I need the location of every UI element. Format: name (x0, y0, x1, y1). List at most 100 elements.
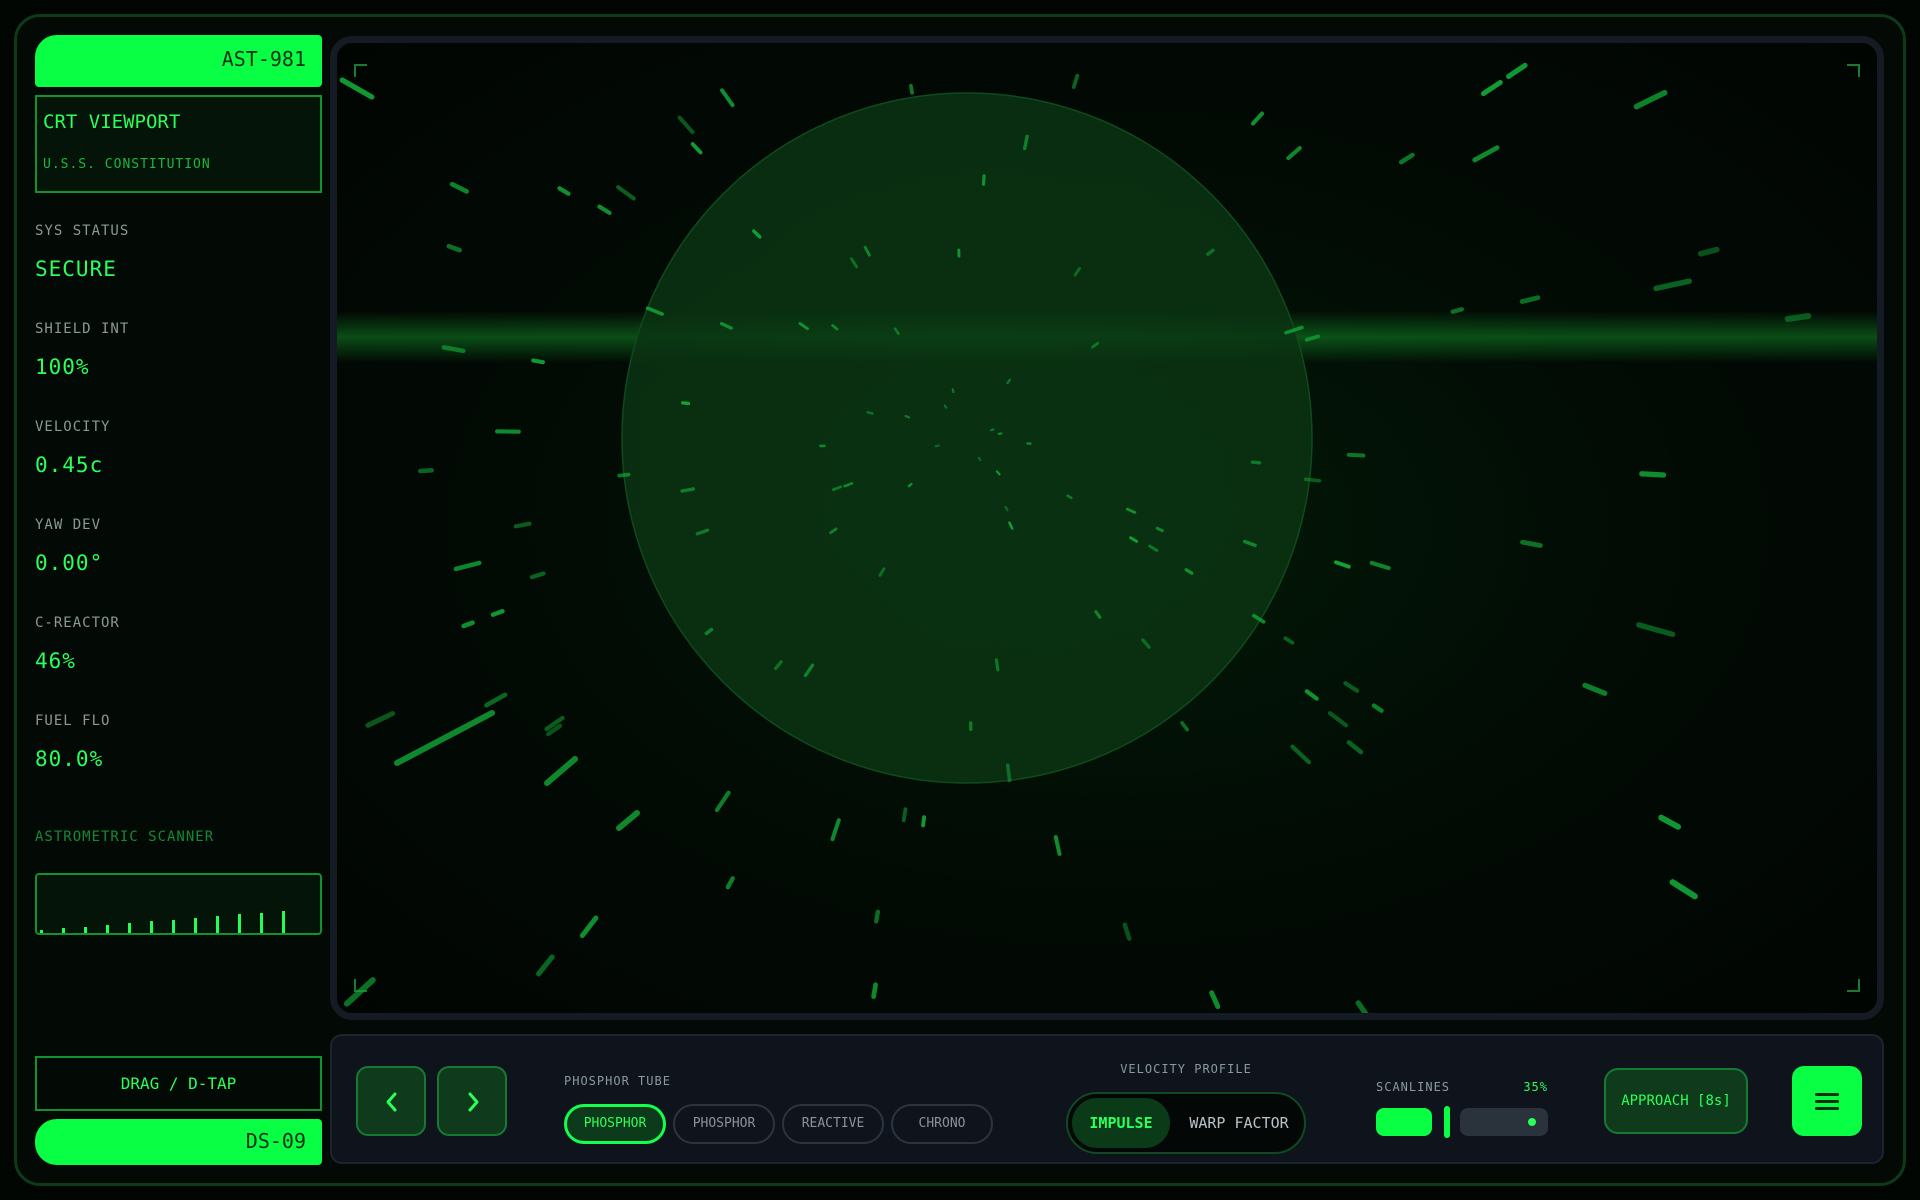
scanner-bar (194, 918, 197, 933)
stat-value: 46% (35, 649, 76, 673)
star-streak (339, 77, 375, 100)
vessel-name: U.S.S. CONSTITUTION (43, 157, 211, 172)
prev-button[interactable] (356, 1066, 426, 1136)
star-streak (1371, 703, 1384, 713)
control-bar: PHOSPHOR TUBE PHOSPHOR PHOSPHOR REACTIVE… (330, 1034, 1884, 1164)
scanlines-label: SCANLINES (1376, 1080, 1451, 1094)
stat-velocity: VELOCITY 0.45c (35, 419, 322, 477)
star-streak (1450, 307, 1465, 314)
phosphor-tube-label: PHOSPHOR TUBE (564, 1074, 671, 1088)
star-streak (1398, 152, 1415, 165)
scanlines-slider-handle[interactable] (1444, 1106, 1450, 1138)
star-streak (513, 521, 532, 529)
velocity-profile-label: VELOCITY PROFILE (1120, 1062, 1252, 1076)
star-streak (1005, 763, 1012, 783)
star-streak (990, 428, 995, 432)
star-streak (904, 414, 911, 419)
star-streak (1290, 744, 1312, 765)
stat-value: 0.45c (35, 453, 104, 477)
star-streak (1283, 636, 1295, 645)
stat-value: SECURE (35, 257, 117, 281)
star-streak (690, 142, 703, 155)
star-streak (907, 482, 913, 488)
chevron-right-icon (468, 1092, 479, 1112)
star-streak (446, 243, 462, 253)
star-streak (1346, 452, 1366, 458)
star-streak (490, 609, 505, 617)
stat-value: 100% (35, 355, 90, 379)
star-streak (1582, 682, 1608, 696)
star-streak (365, 710, 396, 728)
stat-fuel-flo: FUEL FLO 80.0% (35, 713, 322, 771)
stat-label: C-REACTOR (35, 615, 120, 631)
scanlines-value: 35% (1523, 1080, 1548, 1094)
tube-option-phosphor-active[interactable]: PHOSPHOR (564, 1104, 666, 1144)
astrometric-scanner (35, 873, 322, 935)
star-streak (1697, 246, 1720, 257)
scanner-bar (128, 923, 131, 933)
stat-value: 0.00° (35, 551, 104, 575)
scanlines-on-segment[interactable] (1376, 1108, 1432, 1136)
star-streak (1343, 681, 1360, 693)
star-streak (579, 915, 599, 939)
stat-shield-int: SHIELD INT 100% (35, 321, 322, 379)
scanner-label: ASTROMETRIC SCANNER (35, 829, 215, 845)
star-streak (874, 909, 881, 924)
stat-label: VELOCITY (35, 419, 111, 435)
velocity-option-impulse[interactable]: IMPULSE (1072, 1098, 1170, 1148)
star-streak (1639, 471, 1667, 478)
scanner-bar (238, 914, 241, 933)
star-streak (866, 411, 874, 415)
star-streak (909, 83, 914, 95)
star-streak (597, 204, 612, 215)
star-streak (1180, 721, 1189, 732)
star-streak (1519, 295, 1541, 305)
scanner-bar (216, 916, 219, 933)
star-streak (901, 807, 908, 823)
star-streak (1472, 145, 1500, 163)
star-streak (418, 467, 434, 474)
star-streak (1669, 879, 1698, 900)
next-button[interactable] (437, 1066, 507, 1136)
star-streak (1053, 835, 1062, 856)
star-streak (1286, 146, 1302, 161)
ship-id-tag: AST-981 (35, 35, 322, 87)
star-streak (1004, 505, 1009, 512)
star-streak (1346, 740, 1364, 755)
star-streak (1334, 560, 1351, 569)
star-streak (1304, 689, 1319, 701)
star-streak (714, 790, 731, 813)
scanlines-indicator-dot (1528, 1118, 1536, 1126)
star-streak (531, 358, 545, 365)
crt-viewport-screen[interactable] (330, 36, 1884, 1020)
chevron-left-icon (386, 1092, 397, 1112)
velocity-option-warp[interactable]: WARP FACTOR (1176, 1098, 1302, 1148)
star-streak (1304, 334, 1321, 342)
viewport-info-box: CRT VIEWPORT U.S.S. CONSTITUTION (35, 95, 322, 193)
star-streak (557, 186, 571, 196)
star-streak (1520, 539, 1543, 548)
stat-c-reactor: C-REACTOR 46% (35, 615, 322, 673)
starfield (339, 62, 1860, 1013)
approach-button[interactable]: APPROACH [8s] (1604, 1068, 1748, 1134)
velocity-profile-toggle: IMPULSE WARP FACTOR (1066, 1092, 1306, 1154)
menu-button[interactable] (1792, 1066, 1862, 1136)
star-streak (1355, 1000, 1369, 1013)
star-streak (394, 710, 495, 766)
star-streak (1250, 111, 1265, 126)
tube-option-reactive[interactable]: REACTIVE (782, 1104, 884, 1144)
scanner-bar (62, 928, 65, 933)
stat-label: SHIELD INT (35, 321, 130, 337)
tube-option-phosphor[interactable]: PHOSPHOR (673, 1104, 775, 1144)
star-streak (934, 444, 940, 448)
star-streak (1023, 134, 1029, 151)
star-streak (536, 954, 555, 977)
left-panel: AST-981 CRT VIEWPORT U.S.S. CONSTITUTION… (35, 35, 322, 1165)
scanner-bar (150, 921, 153, 933)
tube-option-chrono[interactable]: CHRONO (891, 1104, 993, 1144)
stat-label: SYS STATUS (35, 223, 130, 239)
star-streak (1209, 990, 1221, 1010)
drag-hint-button[interactable]: DRAG / D-TAP (35, 1056, 322, 1111)
star-streak (617, 472, 631, 478)
star-streak (1784, 313, 1812, 322)
